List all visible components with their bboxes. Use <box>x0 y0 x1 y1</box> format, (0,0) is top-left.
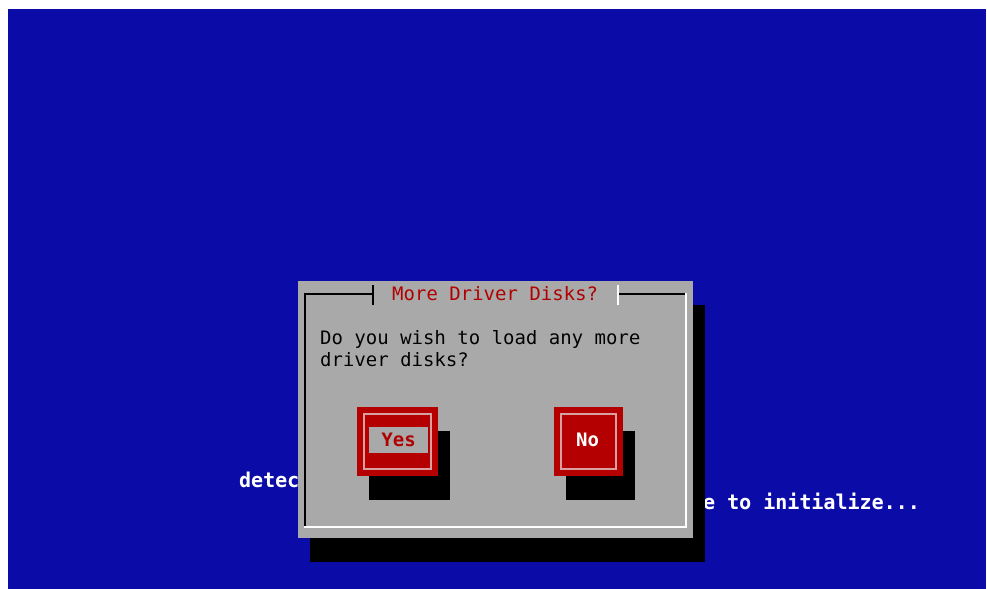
background-text-right: e to initialize... <box>703 490 920 514</box>
dialog-frame-bottom <box>304 526 687 528</box>
yes-button-label: Yes <box>369 427 428 453</box>
yes-button[interactable]: Yes <box>357 407 438 476</box>
no-button[interactable]: No <box>554 407 623 476</box>
no-button-label: No <box>576 429 599 451</box>
title-bracket-left <box>372 285 374 305</box>
message-line-2: driver disks? <box>320 349 469 371</box>
dialog-frame-top-right <box>619 293 687 295</box>
message-line-1: Do you wish to load any more <box>320 327 641 349</box>
dialog-message: Do you wish to load any more driver disk… <box>320 327 670 371</box>
dialog-title: More Driver Disks? <box>392 283 598 305</box>
title-bracket-right <box>617 285 619 305</box>
dialog-frame-left <box>304 293 306 528</box>
dialog-frame-right <box>685 293 687 528</box>
more-driver-disks-dialog: More Driver Disks? Do you wish to load a… <box>298 281 693 538</box>
text-mode-screen: detec e to initialize... More Driver Dis… <box>8 9 986 589</box>
background-text-left: detec <box>239 468 300 492</box>
dialog-frame-top-left <box>304 293 372 295</box>
